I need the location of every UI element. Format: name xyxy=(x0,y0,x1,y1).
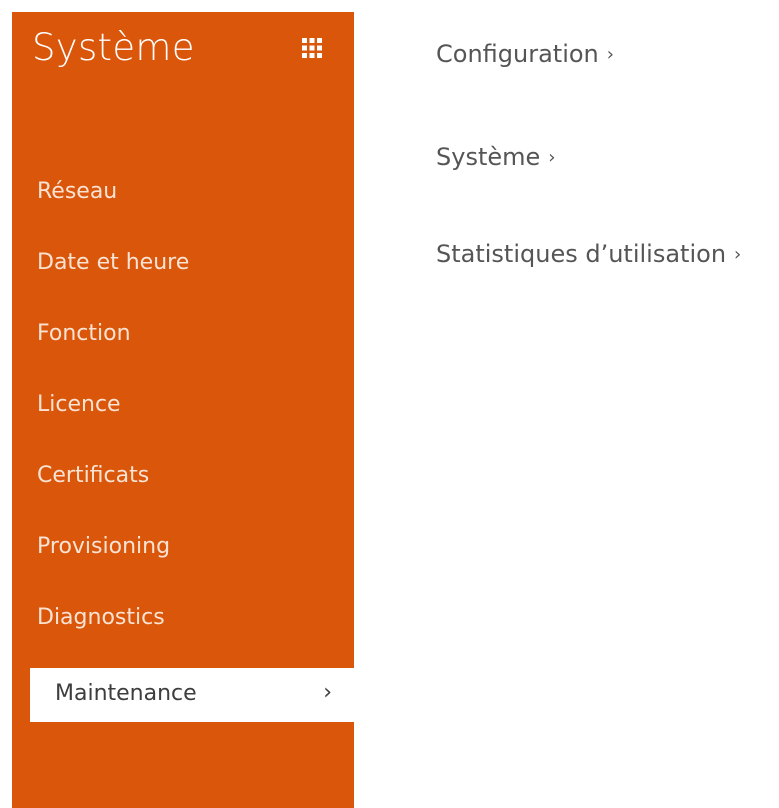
link-configuration[interactable]: Configuration › xyxy=(436,40,614,68)
sidebar: Système Réseau Date et heure Fonction Li… xyxy=(12,12,354,808)
sidebar-nav: Réseau Date et heure Fonction Licence Ce… xyxy=(12,169,354,722)
sidebar-item-label: Certificats xyxy=(37,463,150,488)
sidebar-item-label: Licence xyxy=(37,392,121,417)
sidebar-item-provisioning[interactable]: Provisioning xyxy=(12,524,354,595)
link-label: Configuration xyxy=(436,40,599,68)
sidebar-item-diagnostics[interactable]: Diagnostics xyxy=(12,595,354,666)
sidebar-item-label: Réseau xyxy=(37,179,118,204)
grid-icon[interactable] xyxy=(302,38,322,58)
sidebar-title: Système xyxy=(32,26,195,69)
link-statistiques-utilisation[interactable]: Statistiques d’utilisation › xyxy=(436,240,741,268)
sidebar-item-label: Date et heure xyxy=(37,250,190,275)
sidebar-header: Système xyxy=(32,26,334,82)
link-label: Statistiques d’utilisation xyxy=(436,240,727,268)
sidebar-item-fonction[interactable]: Fonction xyxy=(12,311,354,382)
sidebar-item-certificats[interactable]: Certificats xyxy=(12,453,354,524)
chevron-right-icon: › xyxy=(734,244,742,265)
link-label: Système xyxy=(436,143,541,171)
sidebar-item-licence[interactable]: Licence xyxy=(12,382,354,453)
link-systeme[interactable]: Système › xyxy=(436,143,555,171)
sidebar-item-reseau[interactable]: Réseau xyxy=(12,169,354,240)
sidebar-item-date-et-heure[interactable]: Date et heure xyxy=(12,240,354,311)
sidebar-item-label: Maintenance xyxy=(55,681,197,706)
sidebar-item-maintenance[interactable]: Maintenance › xyxy=(30,668,354,722)
sidebar-item-label: Provisioning xyxy=(37,534,171,559)
chevron-right-icon: › xyxy=(606,44,614,65)
sidebar-item-label: Diagnostics xyxy=(37,605,165,630)
sidebar-item-label: Fonction xyxy=(37,321,131,346)
chevron-right-icon: › xyxy=(323,680,332,705)
chevron-right-icon: › xyxy=(548,147,556,168)
